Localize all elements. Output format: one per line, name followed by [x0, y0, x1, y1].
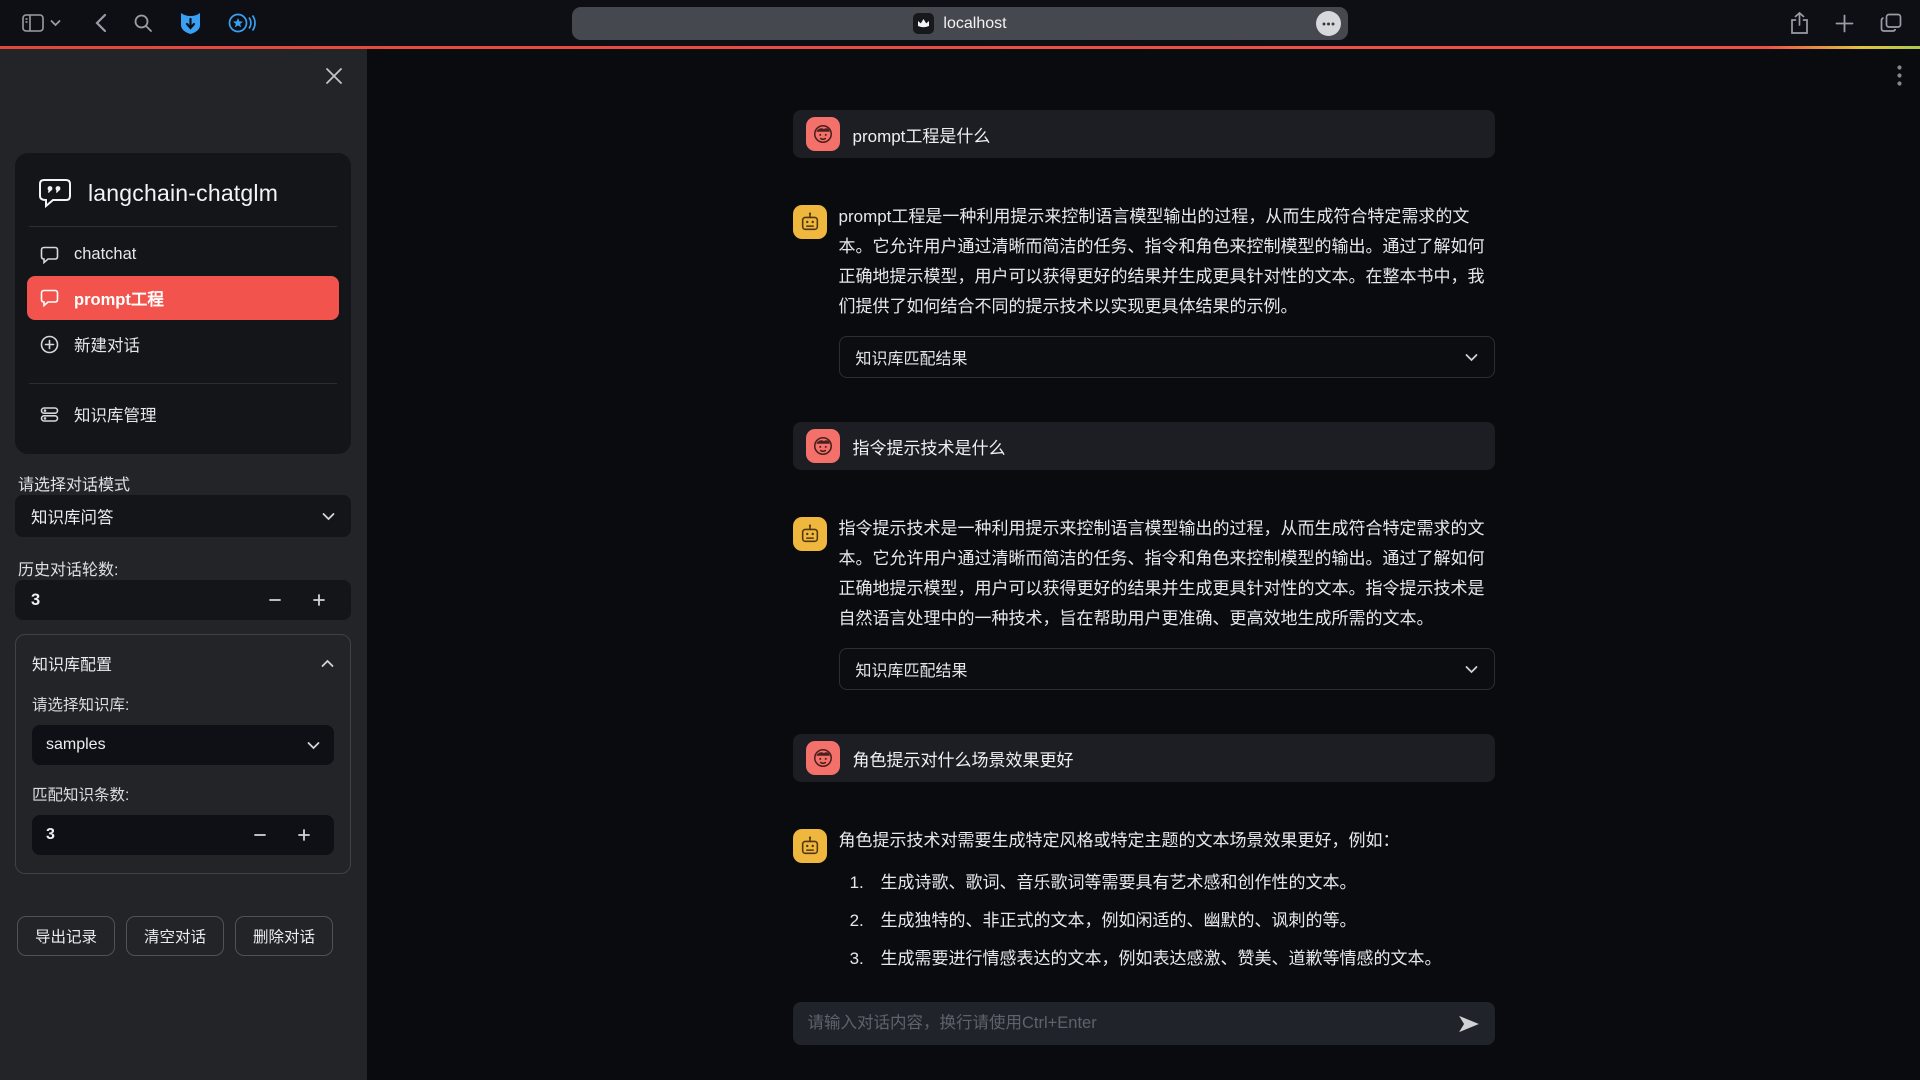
bot-avatar	[793, 829, 827, 863]
delete-dialog-button[interactable]: 删除对话	[235, 916, 333, 956]
dialog-mode-select[interactable]: 知识库问答	[15, 495, 351, 537]
kb-topk-value: 3	[46, 826, 244, 844]
database-icon	[40, 406, 59, 423]
app-title: langchain-chatglm	[88, 180, 278, 207]
new-tab-icon[interactable]	[1835, 14, 1854, 33]
chevron-down-icon	[307, 741, 320, 750]
export-log-button[interactable]: 导出记录	[17, 916, 115, 956]
chevron-up-icon	[321, 659, 334, 668]
share-icon[interactable]	[1790, 12, 1809, 35]
list-item: 生成独特的、非正式的文本，例如闲适的、幽默的、讽刺的等。	[869, 906, 1495, 936]
user-message: 角色提示对什么场景效果更好	[793, 734, 1495, 782]
user-avatar	[806, 117, 840, 151]
kb-select-value: samples	[46, 736, 106, 754]
extension-star-icon[interactable]	[228, 12, 256, 34]
kb-match-label: 知识库匹配结果	[856, 657, 968, 681]
kb-select-label: 请选择知识库:	[32, 693, 334, 715]
sidebar-toggle-icon[interactable]	[22, 14, 44, 32]
navigation-card: langchain-chatglm chatchat prompt工程 新建对话	[15, 153, 351, 454]
sidebar-chevron-down-icon[interactable]	[50, 19, 61, 27]
kb-topk-stepper[interactable]: 3	[32, 815, 334, 855]
list-item: 生成诗歌、歌词、音乐歌词等需要具有艺术感和创作性的文本。	[869, 868, 1495, 898]
send-icon[interactable]	[1458, 1015, 1480, 1033]
bot-message-text: 角色提示技术对需要生成特定风格或特定主题的文本场景效果更好，例如：	[839, 826, 1495, 856]
bot-message-text: 指令提示技术是一种利用提示来控制语言模型输出的过程，从而生成符合特定需求的文本。…	[839, 514, 1495, 634]
back-button[interactable]	[95, 13, 107, 33]
chat-column: prompt工程是什么 prompt工程是一种利用提示来控制语言模型输出的过程，…	[793, 49, 1495, 1045]
knowledge-base-config-panel: 知识库配置 请选择知识库: samples 匹配知识条数: 3	[15, 634, 351, 874]
clear-dialog-button[interactable]: 清空对话	[126, 916, 224, 956]
chat-input[interactable]	[808, 1014, 1448, 1033]
kb-topk-label: 匹配知识条数:	[32, 783, 334, 805]
bot-message: 指令提示技术是一种利用提示来控制语言模型输出的过程，从而生成符合特定需求的文本。…	[793, 514, 1495, 690]
kb-config-header[interactable]: 知识库配置	[32, 651, 334, 675]
user-message-text: prompt工程是什么	[853, 122, 991, 147]
extension-adblock-icon[interactable]	[179, 11, 202, 35]
chevron-down-icon	[1465, 353, 1478, 362]
bot-message: prompt工程是一种利用提示来控制语言模型输出的过程，从而生成符合特定需求的文…	[793, 202, 1495, 378]
user-avatar	[806, 741, 840, 775]
sidebar-item-chatchat[interactable]: chatchat	[27, 235, 339, 274]
sidebar-item-prompt-engineering[interactable]: prompt工程	[27, 276, 339, 320]
chat-bubble-icon	[40, 246, 59, 264]
search-icon[interactable]	[133, 13, 153, 33]
user-message-text: 指令提示技术是什么	[853, 434, 1006, 459]
chat-input-bar	[793, 1002, 1495, 1045]
browser-toolbar: localhost	[0, 0, 1920, 46]
dialog-mode-value: 知识库问答	[31, 504, 114, 528]
url-text: localhost	[943, 15, 1006, 33]
close-sidebar-icon[interactable]	[325, 67, 343, 85]
chevron-down-icon	[322, 512, 335, 521]
kb-match-accordion[interactable]: 知识库匹配结果	[839, 648, 1495, 690]
kebab-menu-icon[interactable]	[1897, 65, 1902, 86]
chevron-down-icon	[1465, 665, 1478, 674]
sidebar-item-new-dialog[interactable]: 新建对话	[27, 322, 339, 366]
chat-bubble-icon	[40, 289, 59, 307]
divider	[29, 226, 337, 227]
sidebar-item-label: chatchat	[74, 245, 136, 264]
decrement-icon[interactable]	[259, 589, 291, 611]
user-message: prompt工程是什么	[793, 110, 1495, 158]
sidebar-item-label: 新建对话	[74, 332, 140, 356]
address-bar[interactable]: localhost	[572, 7, 1348, 40]
user-avatar	[806, 429, 840, 463]
sidebar-item-label: 知识库管理	[74, 402, 157, 426]
user-message: 指令提示技术是什么	[793, 422, 1495, 470]
divider	[29, 383, 337, 384]
kb-match-accordion[interactable]: 知识库匹配结果	[839, 336, 1495, 378]
app-logo-icon	[37, 177, 73, 209]
sidebar-item-label: prompt工程	[74, 286, 164, 310]
user-message-text: 角色提示对什么场景效果更好	[853, 746, 1074, 771]
dialog-mode-label: 请选择对话模式	[18, 471, 130, 495]
accent-divider	[0, 46, 1920, 49]
increment-icon[interactable]	[303, 589, 335, 611]
tab-overview-icon[interactable]	[1880, 13, 1902, 33]
increment-icon[interactable]	[288, 824, 320, 846]
kb-config-title: 知识库配置	[32, 651, 112, 675]
bot-message-list: 生成诗歌、歌词、音乐歌词等需要具有艺术感和创作性的文本。 生成独特的、非正式的文…	[847, 868, 1495, 974]
decrement-icon[interactable]	[244, 824, 276, 846]
bot-message: 角色提示技术对需要生成特定风格或特定主题的文本场景效果更好，例如： 生成诗歌、歌…	[793, 826, 1495, 982]
page-settings-icon[interactable]	[1316, 11, 1341, 36]
history-rounds-stepper[interactable]: 3	[15, 580, 351, 620]
kb-select[interactable]: samples	[32, 725, 334, 765]
settings-sidebar: langchain-chatglm chatchat prompt工程 新建对话	[0, 49, 367, 1080]
bot-avatar	[793, 205, 827, 239]
plus-circle-icon	[40, 335, 59, 354]
site-favicon	[913, 13, 934, 34]
kb-match-label: 知识库匹配结果	[856, 345, 968, 369]
history-rounds-value: 3	[31, 591, 259, 610]
bot-message-text: prompt工程是一种利用提示来控制语言模型输出的过程，从而生成符合特定需求的文…	[839, 202, 1495, 322]
chat-main: prompt工程是什么 prompt工程是一种利用提示来控制语言模型输出的过程，…	[367, 49, 1920, 1080]
list-item: 生成需要进行情感表达的文本，例如表达感激、赞美、道歉等情感的文本。	[869, 944, 1495, 974]
history-rounds-label: 历史对话轮数:	[18, 556, 118, 580]
sidebar-item-knowledge-base[interactable]: 知识库管理	[27, 392, 339, 436]
bot-avatar	[793, 517, 827, 551]
